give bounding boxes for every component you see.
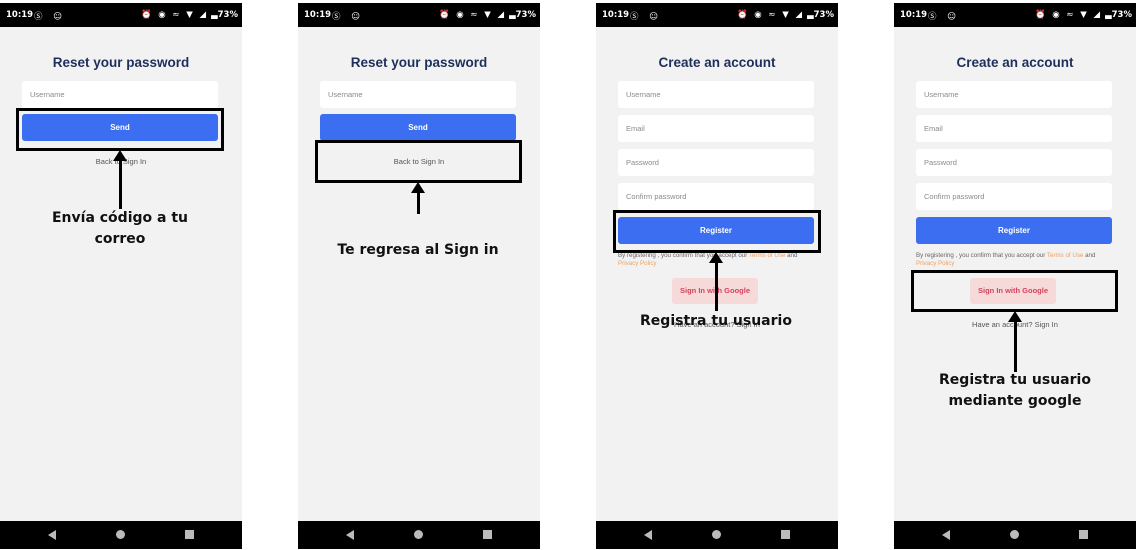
nav-back-icon[interactable] — [48, 530, 56, 540]
terms-prefix: By registering , you confirm that you ac… — [618, 252, 749, 259]
page-title: Create an account — [956, 55, 1074, 70]
system-status-icons: ⏰ ◉ ≈ ▼ ◢ — [438, 10, 506, 20]
username-placeholder: Username — [30, 90, 65, 99]
confirm-password-placeholder: Confirm password — [626, 192, 687, 201]
username-field[interactable]: Username — [22, 81, 218, 108]
storyboard-canvas: 10:19 Ⓢ ☺ ⏰ ◉ ≈ ▼ ◢ ▃73% Reset your pass… — [0, 0, 1136, 550]
android-nav-bar — [298, 521, 540, 549]
android-nav-bar — [894, 521, 1136, 549]
nav-home-icon[interactable] — [116, 530, 125, 539]
username-field[interactable]: Username — [618, 81, 814, 108]
nav-recent-apps-icon[interactable] — [781, 530, 790, 539]
highlight-box-google — [911, 270, 1118, 312]
password-field[interactable]: Password — [618, 149, 814, 176]
android-nav-bar — [596, 521, 838, 549]
annotation-register-google: Registra tu usuario mediante google — [939, 372, 1091, 409]
password-placeholder: Password — [924, 158, 957, 167]
notification-icons: Ⓢ ☺ — [630, 12, 663, 22]
nav-home-icon[interactable] — [712, 530, 721, 539]
phone-screen-reset-back: 10:19 Ⓢ ☺ ⏰ ◉ ≈ ▼ ◢ ▃73% Reset your pass… — [298, 3, 540, 549]
status-time: 10:19 — [6, 10, 34, 20]
terms-and: and — [785, 252, 798, 259]
system-status-icons: ⏰ ◉ ≈ ▼ ◢ — [140, 10, 208, 20]
nav-recent-apps-icon[interactable] — [483, 530, 492, 539]
status-bar: 10:19 Ⓢ ☺ ⏰ ◉ ≈ ▼ ◢ ▃73% — [0, 3, 242, 27]
confirm-password-placeholder: Confirm password — [924, 192, 985, 201]
page-title: Reset your password — [350, 55, 488, 70]
notification-icons: Ⓢ ☺ — [332, 12, 365, 22]
annotation-back-to-sign-in: Te regresa al Sign in — [337, 242, 499, 258]
page-title: Create an account — [658, 55, 776, 70]
highlight-box-send — [16, 108, 224, 151]
system-status-icons: ⏰ ◉ ≈ ▼ ◢ — [736, 10, 804, 20]
page-title: Reset your password — [52, 55, 190, 70]
battery-icon: ▃73% — [807, 10, 834, 20]
password-field[interactable]: Password — [916, 149, 1112, 176]
terms-of-use-link[interactable]: Terms of Use — [749, 252, 785, 259]
status-bar: 10:19 Ⓢ ☺ ⏰ ◉ ≈ ▼ ◢ ▃73% — [298, 3, 540, 27]
register-button[interactable]: Register — [916, 217, 1112, 244]
highlight-box-register — [613, 210, 821, 253]
notification-icons: Ⓢ ☺ — [928, 12, 961, 22]
notification-icons: Ⓢ ☺ — [34, 12, 67, 22]
nav-recent-apps-icon[interactable] — [1079, 530, 1088, 539]
confirm-password-field[interactable]: Confirm password — [618, 183, 814, 210]
terms-notice: By registering , you confirm that you ac… — [916, 252, 1116, 268]
system-status-icons: ⏰ ◉ ≈ ▼ ◢ — [1034, 10, 1102, 20]
terms-of-use-link[interactable]: Terms of Use — [1047, 252, 1083, 259]
email-placeholder: Email — [924, 124, 943, 133]
highlight-box-back-to-sign-in — [315, 140, 522, 183]
username-placeholder: Username — [328, 90, 363, 99]
email-placeholder: Email — [626, 124, 645, 133]
terms-prefix: By registering , you confirm that you ac… — [916, 252, 1047, 259]
nav-back-icon[interactable] — [346, 530, 354, 540]
username-placeholder: Username — [924, 90, 959, 99]
privacy-policy-link[interactable]: Privacy Policy — [618, 260, 657, 267]
confirm-password-field[interactable]: Confirm password — [916, 183, 1112, 210]
status-time: 10:19 — [602, 10, 630, 20]
nav-back-icon[interactable] — [942, 530, 950, 540]
nav-back-icon[interactable] — [644, 530, 652, 540]
status-bar: 10:19 Ⓢ ☺ ⏰ ◉ ≈ ▼ ◢ ▃73% — [894, 3, 1136, 27]
battery-icon: ▃73% — [509, 10, 536, 20]
phone-screen-reset-send: 10:19 Ⓢ ☺ ⏰ ◉ ≈ ▼ ◢ ▃73% Reset your pass… — [0, 3, 242, 549]
android-nav-bar — [0, 521, 242, 549]
nav-recent-apps-icon[interactable] — [185, 530, 194, 539]
status-time: 10:19 — [304, 10, 332, 20]
nav-home-icon[interactable] — [1010, 530, 1019, 539]
privacy-policy-link[interactable]: Privacy Policy — [916, 260, 955, 267]
email-field[interactable]: Email — [916, 115, 1112, 142]
status-time: 10:19 — [900, 10, 928, 20]
email-field[interactable]: Email — [618, 115, 814, 142]
battery-icon: ▃73% — [211, 10, 238, 20]
annotation-register-user: Registra tu usuario — [640, 313, 792, 329]
battery-icon: ▃73% — [1105, 10, 1132, 20]
status-bar: 10:19 Ⓢ ☺ ⏰ ◉ ≈ ▼ ◢ ▃73% — [596, 3, 838, 27]
username-field[interactable]: Username — [916, 81, 1112, 108]
username-field[interactable]: Username — [320, 81, 516, 108]
annotation-send-code: Envía código a tu correo — [51, 210, 188, 247]
arrow-shaft — [1014, 320, 1017, 372]
password-placeholder: Password — [626, 158, 659, 167]
arrow-shaft — [715, 261, 718, 311]
terms-and: and — [1083, 252, 1096, 259]
nav-home-icon[interactable] — [414, 530, 423, 539]
username-placeholder: Username — [626, 90, 661, 99]
send-button[interactable]: Send — [320, 114, 516, 141]
arrow-shaft — [417, 191, 420, 214]
arrow-shaft — [119, 159, 122, 209]
